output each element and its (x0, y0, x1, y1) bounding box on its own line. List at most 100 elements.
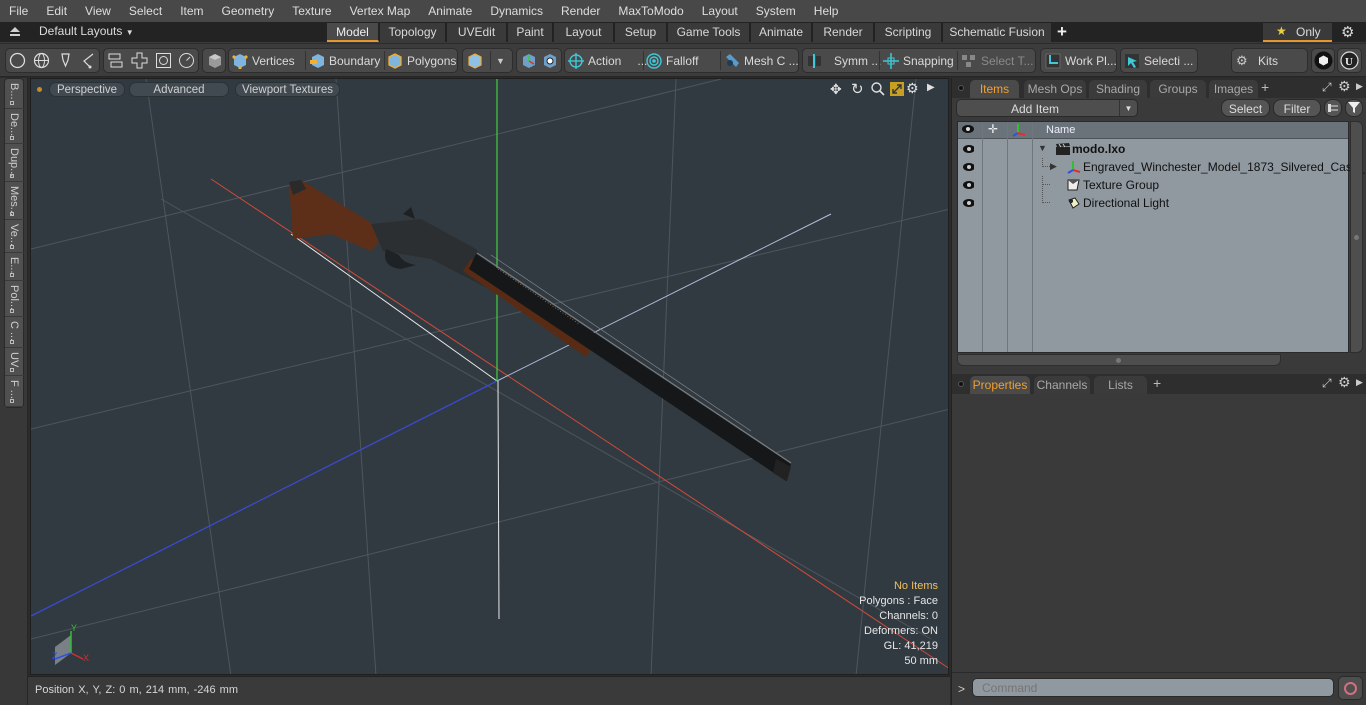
tree-row-texture-group[interactable]: Texture Group (958, 176, 1348, 194)
action-center-button[interactable]: Action ... (568, 49, 647, 72)
left-tab-7[interactable]: C ... (5, 317, 25, 348)
select-through-button[interactable]: Select T... (961, 49, 1033, 72)
viewport-textures-button[interactable]: Viewport Textures (235, 82, 340, 97)
layout-tab-paint[interactable]: Paint (508, 23, 553, 42)
tree-row-directional-light[interactable]: Directional Light (958, 176, 1348, 212)
work-plane-button[interactable]: Work Pl... (1040, 48, 1117, 73)
collapse-triangle-icon[interactable]: ▼ (1038, 143, 1047, 153)
left-tab-6[interactable]: Pol... (5, 281, 25, 317)
tree-vertical-scrollbar[interactable] (1350, 121, 1363, 353)
gear-icon[interactable]: ⚙ (1341, 23, 1354, 41)
properties-tab-channels[interactable]: Channels (1034, 376, 1090, 394)
menu-view[interactable]: View (76, 0, 120, 22)
pivot-center-icon[interactable] (520, 49, 538, 72)
cross-grid-icon[interactable] (131, 49, 148, 72)
zoom-view-icon[interactable] (871, 82, 885, 99)
items-tab-items[interactable]: Items (970, 80, 1019, 98)
mesh-constraint-button[interactable]: Mesh C ... (724, 49, 799, 72)
polygons-button[interactable]: Polygons (387, 49, 456, 72)
menu-dynamics[interactable]: Dynamics (481, 0, 552, 22)
default-layouts-dropdown[interactable]: Default Layouts ▼ (39, 24, 134, 38)
tree-row-scene[interactable]: ▼ modo.lxo (958, 140, 1348, 158)
rifle-model[interactable] (289, 180, 792, 481)
command-input[interactable] (972, 678, 1334, 697)
left-tab-1[interactable]: De... (5, 109, 25, 144)
vertices-button[interactable]: Vertices (232, 49, 295, 72)
viewport-3d[interactable]: Y X Z Perspective Advanced Viewport Text… (30, 78, 949, 675)
left-tab-8[interactable]: UV (5, 348, 25, 376)
layout-tab-render[interactable]: Render (813, 23, 874, 42)
lock-column-move-icon[interactable]: ✛ (988, 122, 998, 136)
menu-maxtomodo[interactable]: MaxToModo (609, 0, 692, 22)
left-tab-9[interactable]: F ... (5, 376, 25, 407)
pen-tool-icon[interactable] (57, 49, 74, 72)
material-dropdown-chevron-icon[interactable]: ▼ (496, 49, 505, 72)
expand-triangle-icon[interactable]: ▶ (1050, 161, 1057, 172)
layout-tab-scripting[interactable]: Scripting (875, 23, 942, 42)
add-item-dropdown-icon[interactable]: ▼ (1119, 100, 1137, 116)
layout-tab-schematic-fusion[interactable]: Schematic Fusion (943, 23, 1052, 42)
items-tab-shading[interactable]: Shading (1089, 80, 1147, 98)
lasso-icon[interactable] (80, 49, 97, 72)
circle-select-icon[interactable] (9, 49, 26, 72)
panel-dot-icon[interactable] (958, 381, 964, 387)
left-tab-3[interactable]: Mes... (5, 182, 25, 220)
record-macro-button[interactable] (1338, 676, 1363, 700)
menu-render[interactable]: Render (552, 0, 609, 22)
menu-file[interactable]: File (0, 0, 37, 22)
filter-button[interactable]: Filter (1273, 99, 1321, 117)
frame-circle-icon[interactable] (155, 49, 172, 72)
menu-edit[interactable]: Edit (37, 0, 76, 22)
layout-tab-layout[interactable]: Layout (554, 23, 614, 42)
layout-tab-model[interactable]: Model (327, 23, 379, 42)
only-button[interactable]: ★ Only (1263, 23, 1332, 42)
menu-geometry[interactable]: Geometry (213, 0, 284, 22)
scene-canvas[interactable]: Y X Z (31, 79, 949, 675)
menu-animate[interactable]: Animate (419, 0, 481, 22)
properties-tab-lists[interactable]: Lists (1094, 376, 1147, 394)
layout-tab-game-tools[interactable]: Game Tools (668, 23, 750, 42)
type-column-axes-icon[interactable] (1012, 123, 1026, 140)
left-tab-0[interactable]: B... (5, 79, 25, 109)
tree-row-mesh[interactable]: ▶ Engraved_Winchester_Model_1873_Silvere… (958, 158, 1366, 176)
menu-system[interactable]: System (747, 0, 805, 22)
symmetry-button[interactable]: Symm ... (806, 49, 881, 72)
add-properties-tab-button[interactable]: + (1153, 375, 1161, 391)
expand-panel-icon[interactable]: ⤢ (1322, 80, 1332, 95)
left-tab-4[interactable]: Ve... (5, 220, 25, 253)
properties-tab-properties[interactable]: Properties (970, 376, 1030, 394)
panel-arrow-icon[interactable]: ▶ (1356, 81, 1363, 92)
funnel-filter-icon[interactable] (1345, 99, 1363, 117)
panel-dot-icon[interactable] (958, 85, 964, 91)
layout-tab-topology[interactable]: Topology (380, 23, 446, 42)
layout-tab-uvedit[interactable]: UVEdit (447, 23, 507, 42)
add-items-tab-button[interactable]: + (1261, 79, 1269, 95)
layout-tab-setup[interactable]: Setup (615, 23, 667, 42)
list-options-icon[interactable] (1324, 99, 1342, 117)
visibility-eye-icon[interactable] (962, 179, 974, 191)
selection-sets-button[interactable]: Selecti ... (1120, 48, 1198, 73)
left-tab-5[interactable]: E... (5, 253, 25, 281)
add-item-button[interactable]: Add Item ▼ (956, 99, 1138, 117)
align-icon[interactable] (107, 49, 124, 72)
visibility-column-eye-icon[interactable] (961, 123, 975, 138)
items-tab-mesh-ops[interactable]: Mesh Ops (1024, 80, 1086, 98)
maximize-view-icon[interactable] (890, 82, 904, 99)
menu-layout[interactable]: Layout (693, 0, 747, 22)
panel-gear-icon[interactable]: ⚙ (1338, 78, 1351, 95)
unreal-button[interactable]: U (1337, 48, 1362, 73)
add-layout-tab-button[interactable]: + (1057, 22, 1067, 42)
tree-horizontal-scrollbar[interactable] (957, 354, 1281, 366)
items-tab-groups[interactable]: Groups (1150, 80, 1206, 98)
menu-texture[interactable]: Texture (283, 0, 340, 22)
visibility-eye-icon[interactable] (962, 143, 974, 155)
kits-button[interactable]: ⚙ Kits (1231, 48, 1308, 73)
perspective-button[interactable]: Perspective (49, 82, 125, 97)
viewport-settings-gear-icon[interactable]: ⚙ (906, 80, 919, 97)
menu-vertex-map[interactable]: Vertex Map (341, 0, 420, 22)
name-column-header[interactable]: Name (1046, 124, 1075, 136)
viewport-menu-arrow-icon[interactable]: ▶ (927, 82, 935, 93)
panel-gear-icon[interactable]: ⚙ (1338, 374, 1351, 391)
material-cube-icon[interactable] (466, 49, 484, 72)
globe-icon[interactable] (33, 49, 50, 72)
